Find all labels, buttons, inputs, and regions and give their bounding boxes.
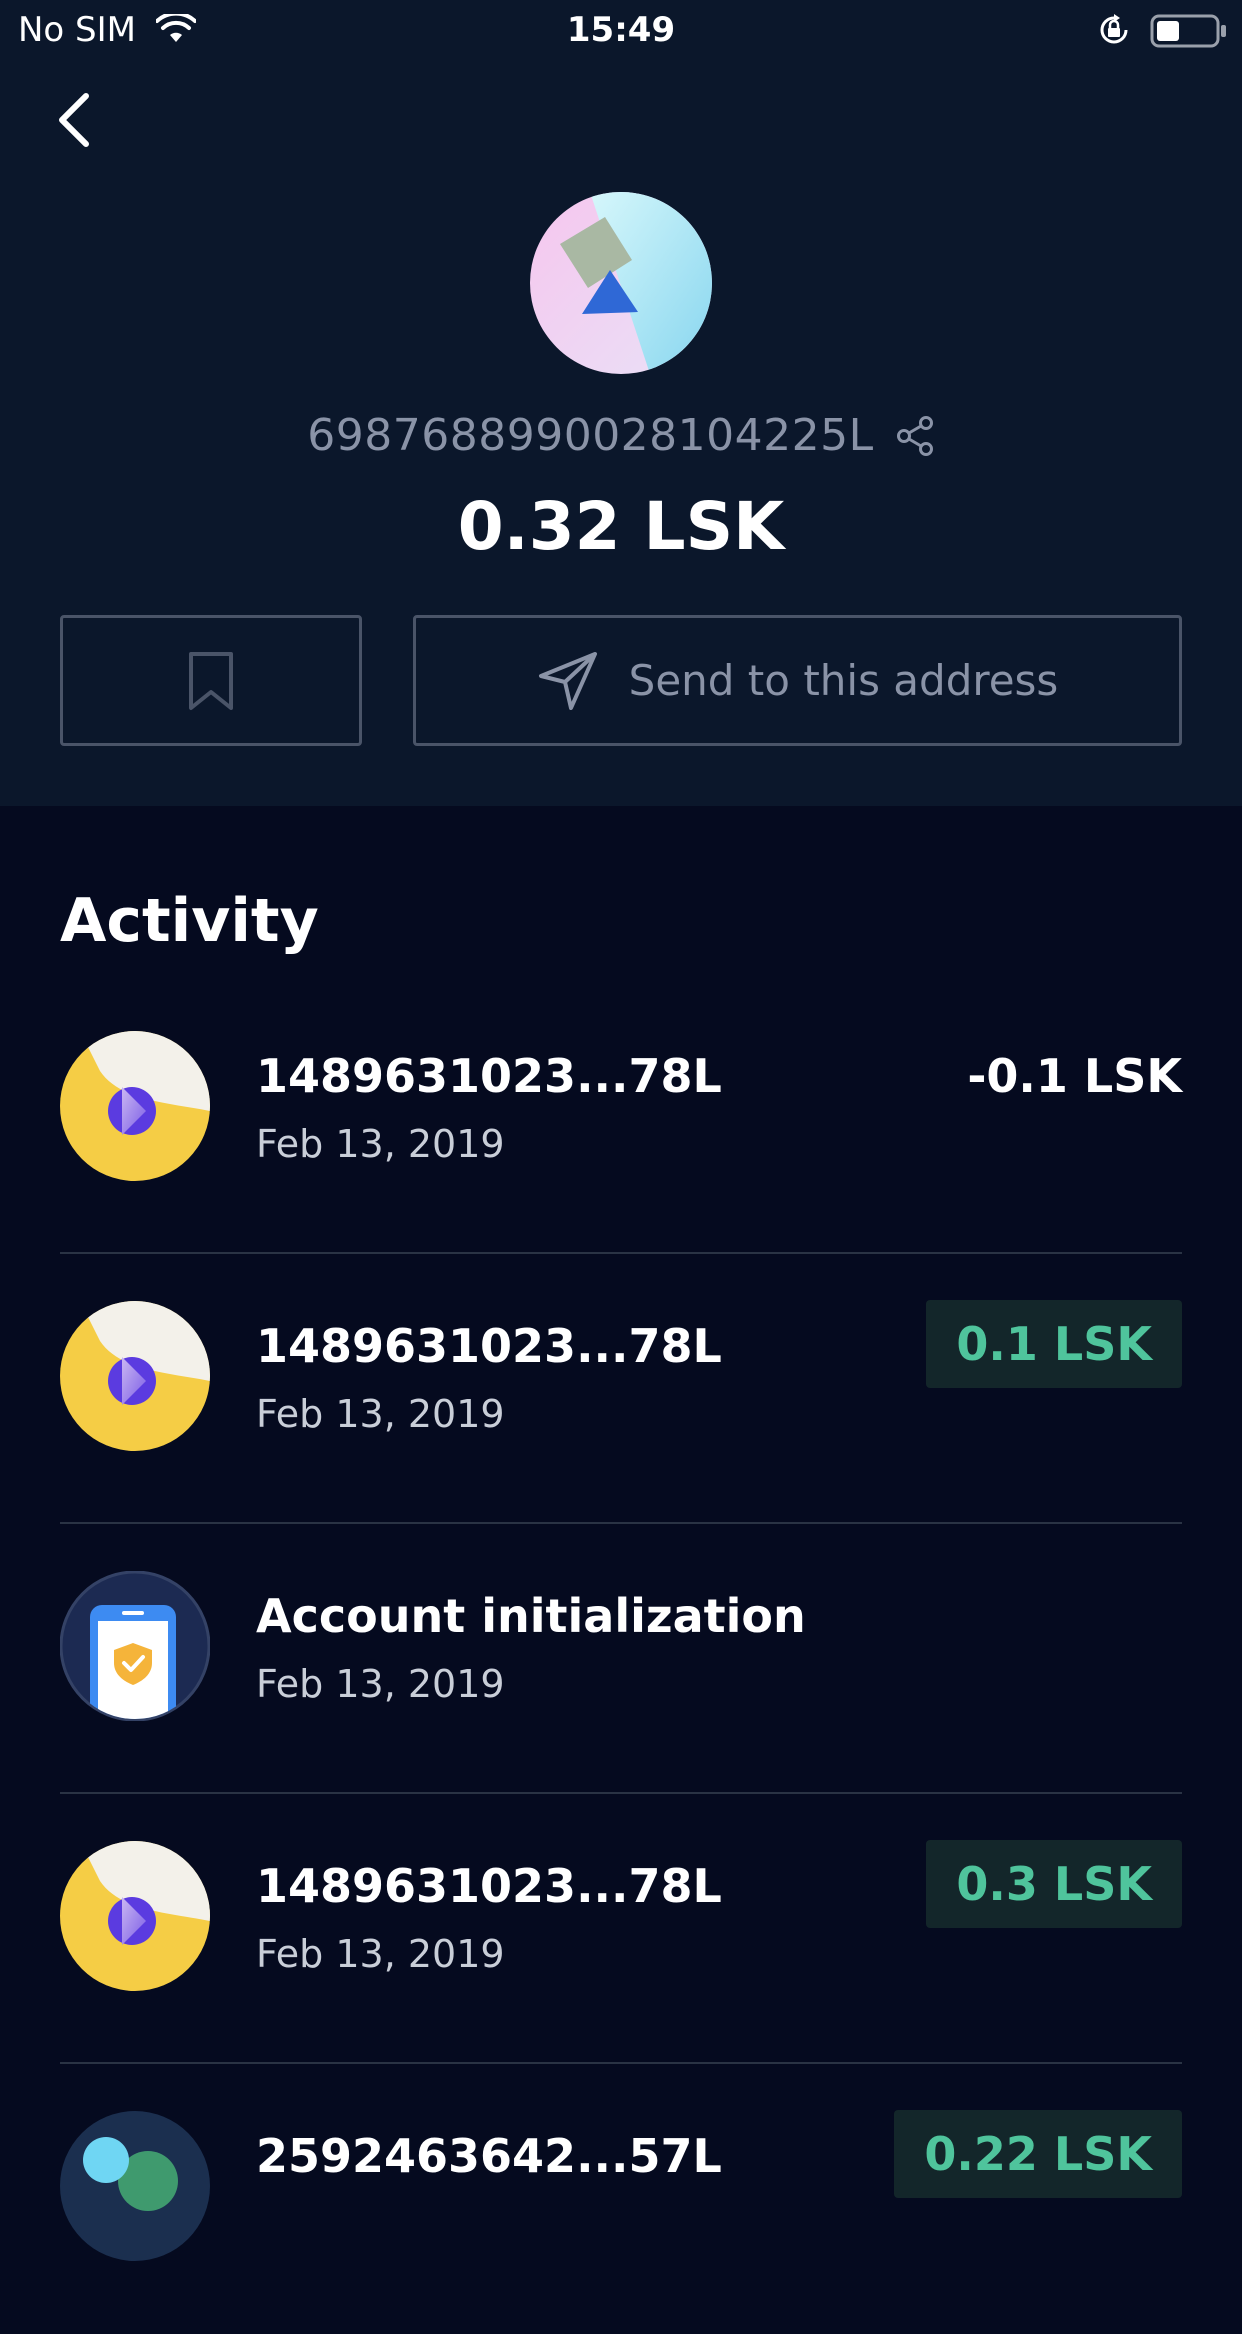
back-button[interactable] [50,90,104,150]
transaction-avatar [60,1031,210,1181]
account-initialization-icon [59,1570,211,1722]
transaction-row[interactable]: 1489631023...78L Feb 13, 2019 -0.1 LSK [60,984,1182,1254]
transaction-avatar [60,1301,210,1451]
transaction-row[interactable]: 1489631023...78L Feb 13, 2019 0.3 LSK [60,1794,1182,2064]
send-icon [538,651,597,710]
transaction-amount: 0.1 LSK [926,1300,1182,1388]
transaction-row[interactable]: Account initialization Feb 13, 2019 [59,1524,1182,1794]
chevron-left-icon [59,93,89,147]
account-avatar [530,192,712,374]
transaction-date: Feb 13, 2019 [256,1122,505,1166]
transaction-title: Account initialization [256,1589,806,1643]
transaction-avatar [60,2111,210,2261]
account-balance: 0.32 LSK [457,488,785,565]
transaction-date: Feb 13, 2019 [256,1662,505,1706]
send-to-address-button[interactable]: Send to this address [413,615,1182,746]
transaction-address: 1489631023...78L [256,1319,722,1373]
send-button-label: Send to this address [628,656,1059,705]
account-header: No SIM 15:49 6987688990028104225L 0.32 L… [0,0,1242,806]
transaction-amount: -0.1 LSK [967,1049,1182,1103]
transaction-date: Feb 13, 2019 [256,1932,505,1976]
bookmark-button[interactable] [60,615,362,746]
battery-icon [1150,14,1228,52]
transaction-amount: 0.22 LSK [894,2110,1182,2198]
activity-heading: Activity [60,886,319,956]
rotation-lock-icon [1096,12,1132,52]
transaction-address: 2592463642...57L [256,2129,722,2183]
clock: 15:49 [566,10,676,50]
transaction-row[interactable]: 2592463642...57L 0.22 LSK [60,2064,1182,2334]
transaction-avatar [60,1841,210,1991]
account-address: 6987688990028104225L [307,410,874,461]
transaction-row[interactable]: 1489631023...78L Feb 13, 2019 0.1 LSK [60,1254,1182,1524]
transaction-address: 1489631023...78L [256,1859,722,1913]
transaction-amount: 0.3 LSK [926,1840,1182,1928]
status-bar: No SIM 15:49 [0,0,1242,62]
transaction-date: Feb 13, 2019 [256,1392,505,1436]
share-icon[interactable] [895,415,935,457]
transaction-address: 1489631023...78L [256,1049,722,1103]
bookmark-icon [189,651,233,710]
address-row: 6987688990028104225L [0,410,1242,461]
